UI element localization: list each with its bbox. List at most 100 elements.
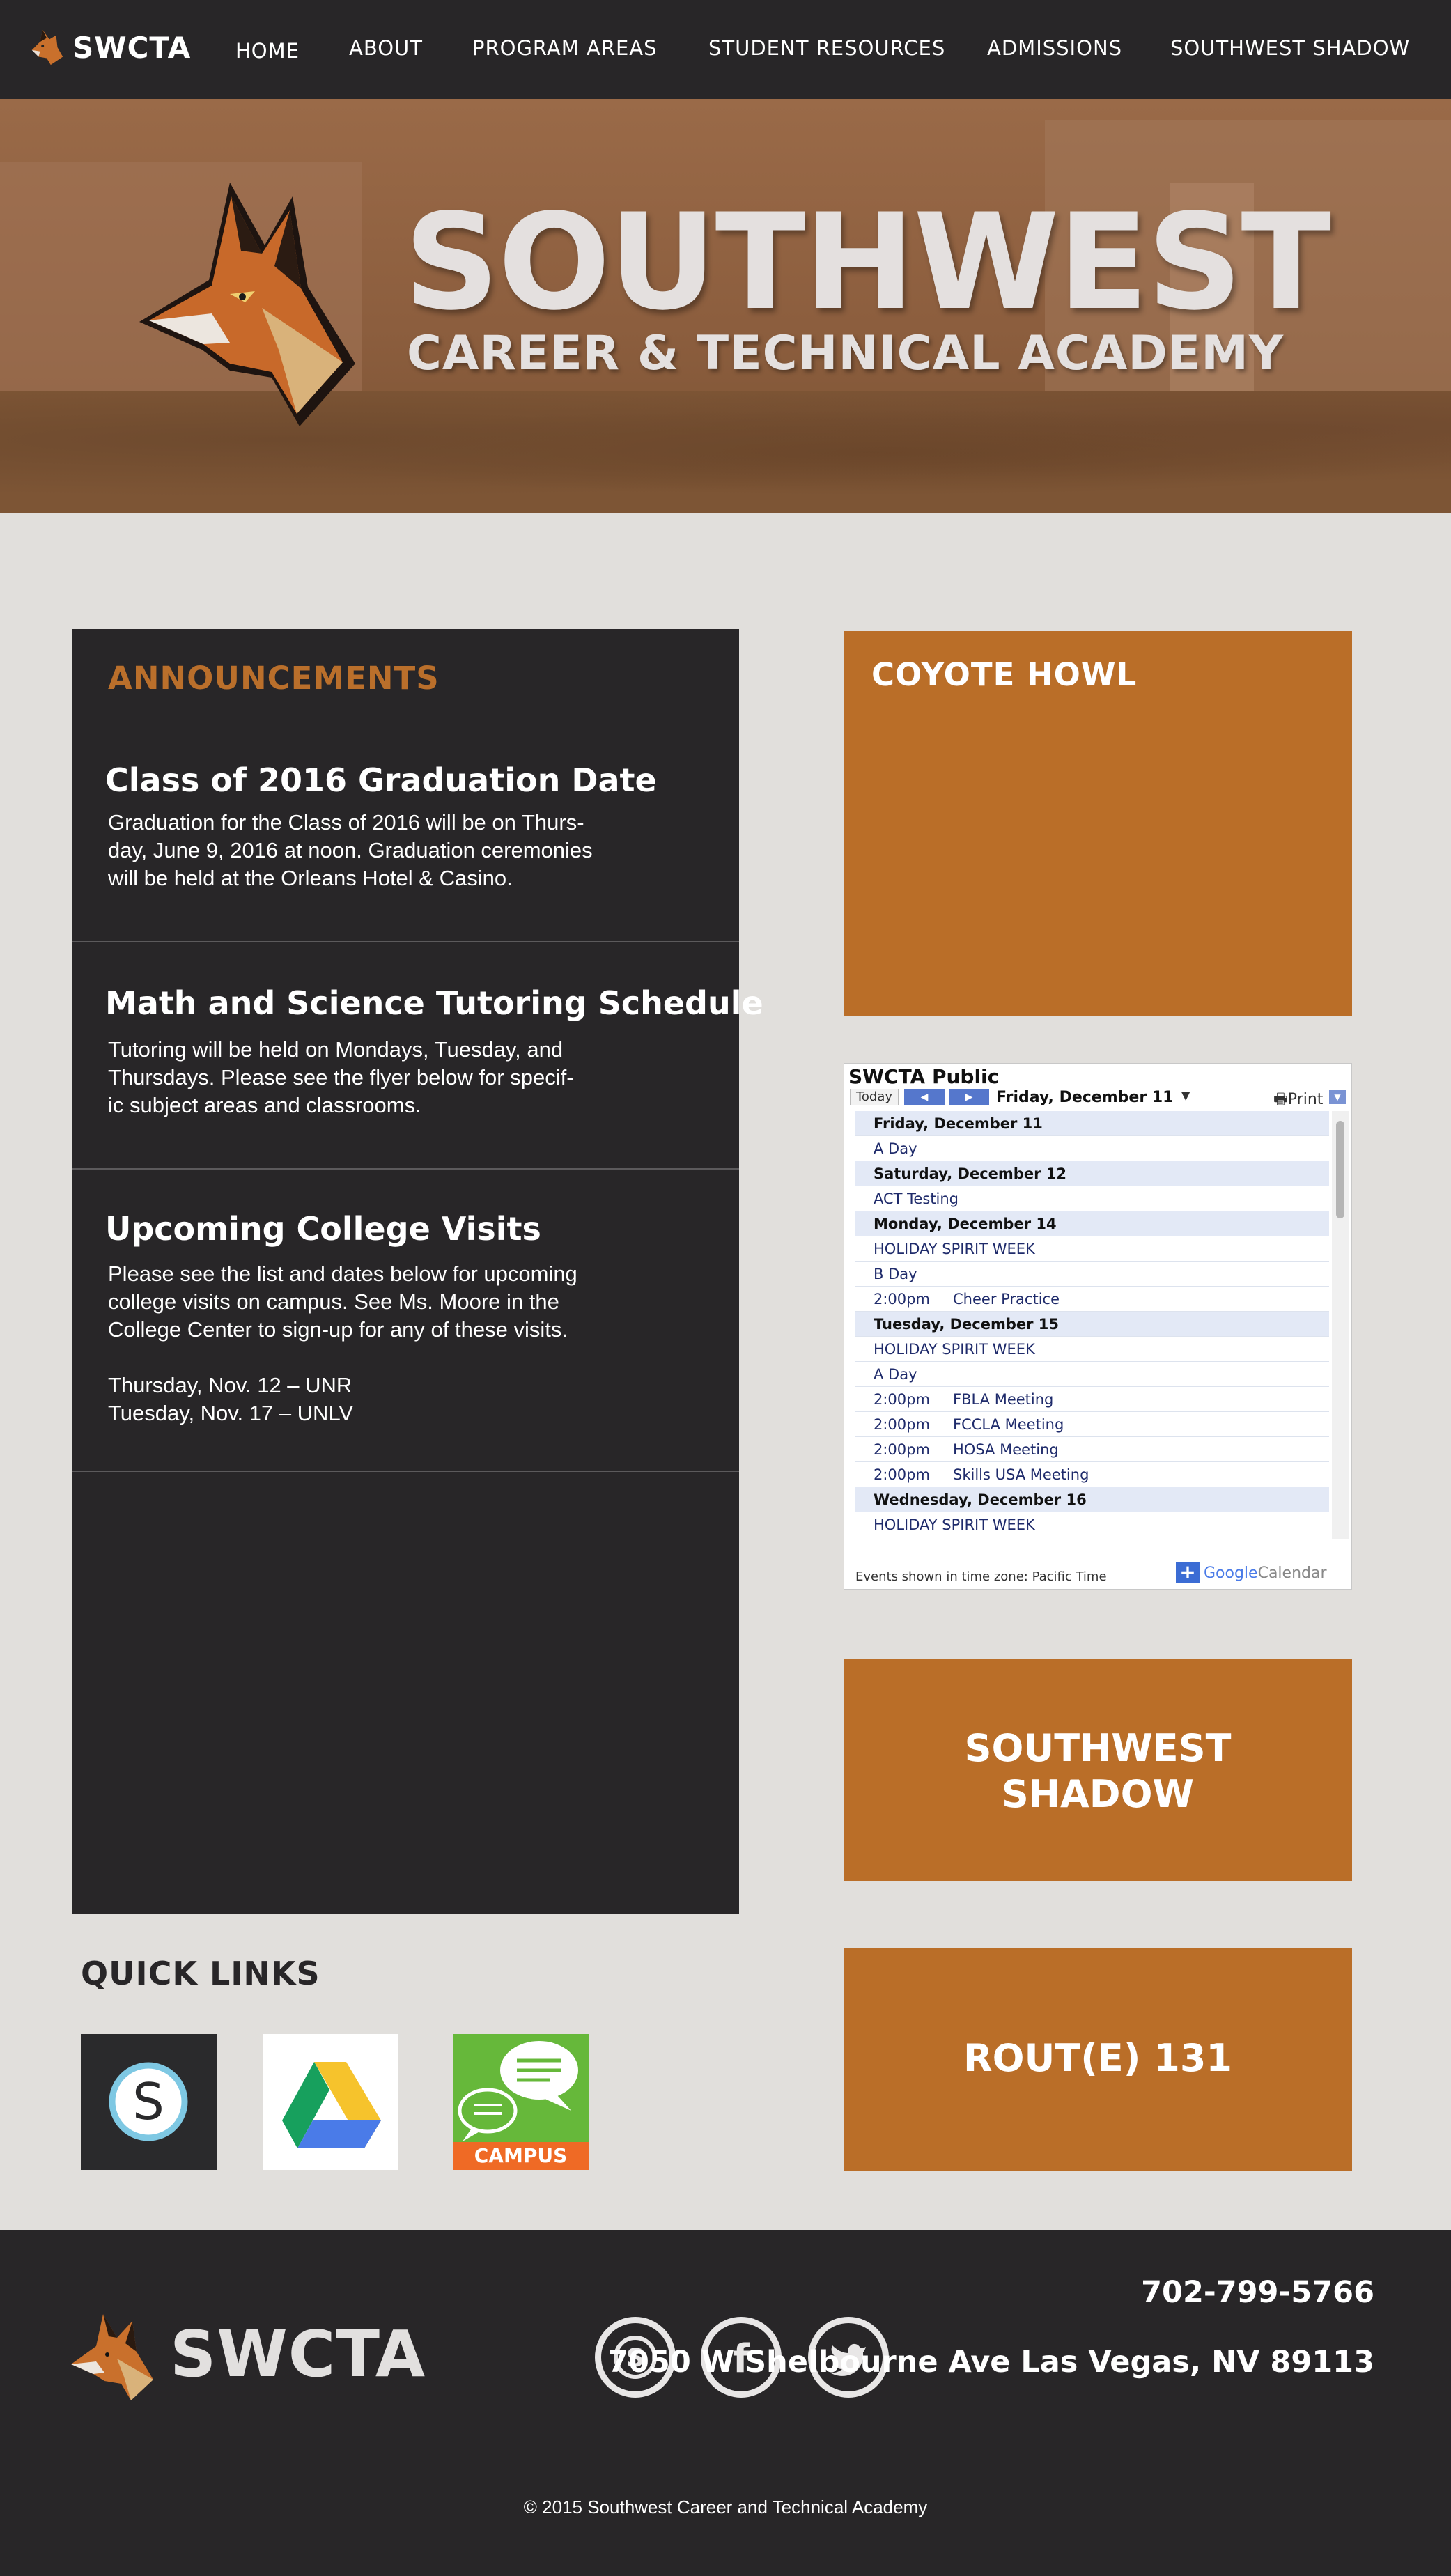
nav-southwest-shadow[interactable]: SOUTHWEST SHADOW xyxy=(1170,36,1410,60)
announcement-title: Upcoming College Visits xyxy=(105,1210,541,1248)
calendar-event-list[interactable]: Friday, December 11 A Day Saturday, Decemb… xyxy=(855,1111,1329,1539)
calendar-event[interactable]: A Day xyxy=(855,1136,1329,1161)
calendar-event-time: 2:00pm xyxy=(874,1391,930,1408)
fox-mascot-icon xyxy=(139,183,355,426)
calendar-event[interactable]: 2:00pm HOSA Meeting xyxy=(855,1437,1329,1462)
calendar-title: SWCTA Public xyxy=(848,1065,1000,1088)
calendar-day-header: Tuesday, December 15 xyxy=(855,1312,1329,1337)
calendar-event-label: ACT Testing xyxy=(874,1190,959,1207)
nav-brand: SWCTA xyxy=(72,30,192,65)
calendar-event-label: Skills USA Meeting xyxy=(953,1466,1089,1483)
route-131-label: ROUT(E) 131 xyxy=(963,2036,1232,2080)
footer: SWCTA S f 702-799-5766 7050 W Shelbourne… xyxy=(0,2230,1451,2576)
calendar-event[interactable]: 2:00pm FCCLA Meeting xyxy=(855,1412,1329,1437)
top-nav: SWCTA HOME ABOUT PROGRAM AREAS STUDENT R… xyxy=(0,0,1451,99)
announcement-body: Tutoring will be held on Mondays, Tuesda… xyxy=(108,1037,574,1117)
nav-about[interactable]: ABOUT xyxy=(349,36,423,60)
calendar-today-button[interactable]: Today xyxy=(850,1089,899,1105)
coyote-howl-tile[interactable]: COYOTE HOWL xyxy=(844,631,1352,1016)
google-drive-link[interactable] xyxy=(263,2034,398,2170)
calendar-event-label: FBLA Meeting xyxy=(953,1391,1054,1408)
calendar-event[interactable]: ACT Testing xyxy=(855,1186,1329,1211)
announcement-title: Class of 2016 Graduation Date xyxy=(105,761,657,799)
calendar-day-label: Friday, December 11 xyxy=(874,1115,1043,1132)
calendar-event[interactable]: A Day xyxy=(855,1362,1329,1387)
google-drive-icon xyxy=(282,2062,381,2148)
calendar-event[interactable]: HOLIDAY SPIRIT WEEK xyxy=(855,1337,1329,1362)
nav-program-areas[interactable]: PROGRAM AREAS xyxy=(472,36,658,60)
calendar-event-time: 2:00pm xyxy=(874,1416,930,1433)
calendar-print-button[interactable]: 🖶Print xyxy=(1273,1087,1323,1114)
announcement-item[interactable]: Class of 2016 Graduation Date Graduation… xyxy=(72,629,739,942)
calendar-event-label: A Day xyxy=(874,1140,917,1157)
calendar-scroll-thumb[interactable] xyxy=(1336,1121,1344,1218)
calendar-event[interactable]: B Day xyxy=(855,1262,1329,1287)
calendar-prev-icon[interactable]: ◀ xyxy=(904,1089,945,1105)
calendar-day-header: Friday, December 11 xyxy=(855,1111,1329,1136)
southwest-shadow-label: SOUTHWEST SHADOW xyxy=(964,1726,1232,1816)
calendar-date-dropdown-icon[interactable]: ▼ xyxy=(1181,1089,1190,1102)
calendar-print-label: Print xyxy=(1287,1091,1324,1108)
announcement-item[interactable]: Math and Science Tutoring Schedule Tutor… xyxy=(72,942,763,1170)
schoology-letter: S xyxy=(132,2072,164,2131)
campus-messenger-link[interactable]: CAMPUS xyxy=(453,2034,589,2170)
schoology-icon: S xyxy=(109,2062,188,2141)
calendar-event-label: Cheer Practice xyxy=(953,1291,1060,1308)
announcement-item[interactable]: Upcoming College Visits Please see the l… xyxy=(72,1170,739,1472)
footer-phone[interactable]: 702-799-5766 xyxy=(1141,2275,1374,2310)
route-131-tile[interactable]: ROUT(E) 131 xyxy=(844,1948,1352,2171)
footer-copyright: © 2015 Southwest Career and Technical Ac… xyxy=(523,2497,928,2517)
footer-brand: SWCTA xyxy=(170,2317,426,2391)
fox-logo-icon xyxy=(71,2314,153,2400)
footer-address: 7050 W Shelbourne Ave Las Vegas, NV 8911… xyxy=(607,2345,1374,2380)
calendar-scrollbar[interactable] xyxy=(1332,1111,1349,1539)
calendar-event[interactable]: HOLIDAY SPIRIT WEEK xyxy=(855,1512,1329,1537)
calendar-current-date: Friday, December 11 xyxy=(996,1089,1174,1106)
calendar-event-label: A Day xyxy=(874,1366,917,1383)
calendar-day-header: Saturday, December 12 xyxy=(855,1161,1329,1186)
chat-bubbles-icon xyxy=(458,2041,578,2141)
coyote-howl-title: COYOTE HOWL xyxy=(871,656,1138,693)
calendar-timezone-note: Events shown in time zone: Pacific Time xyxy=(855,1569,1107,1584)
nav-student-resources[interactable]: STUDENT RESOURCES xyxy=(708,36,945,60)
calendar-day-header: Monday, December 14 xyxy=(855,1211,1329,1236)
calendar-menu-dropdown-icon[interactable]: ▼ xyxy=(1329,1090,1346,1104)
calendar-day-header: Wednesday, December 16 xyxy=(855,1487,1329,1512)
quick-links-title: QUICK LINKS xyxy=(81,1955,320,1992)
announcements-panel: ANNOUNCEMENTS Class of 2016 Graduation D… xyxy=(72,629,763,1914)
announcement-body: Graduation for the Class of 2016 will be… xyxy=(108,810,593,890)
calendar-day-label: Saturday, December 12 xyxy=(874,1165,1066,1182)
calendar-toolbar: Today ◀ ▶ Friday, December 11 ▼ 🖶Print ▼ xyxy=(844,1086,1351,1108)
calendar-event[interactable]: 2:00pm Skills USA Meeting xyxy=(855,1462,1329,1487)
calendar-event-label: HOLIDAY SPIRIT WEEK xyxy=(874,1241,1035,1257)
calendar-event-label: HOSA Meeting xyxy=(953,1441,1059,1458)
calendar-event[interactable]: B Day xyxy=(855,1537,1329,1539)
add-calendar-icon[interactable]: + xyxy=(1176,1562,1200,1583)
calendar-widget: SWCTA Public Today ◀ ▶ Friday, December … xyxy=(844,1063,1352,1590)
nav-logo[interactable]: SWCTA xyxy=(26,26,191,68)
hero-banner: SOUTHWEST CAREER & TECHNICAL ACADEMY xyxy=(0,99,1451,513)
nav-admissions[interactable]: ADMISSIONS xyxy=(987,36,1122,60)
calendar-event[interactable]: 2:00pm Cheer Practice xyxy=(855,1287,1329,1312)
google-calendar-link[interactable]: + Google Calendar xyxy=(1176,1562,1327,1583)
calendar-event-time: 2:00pm xyxy=(874,1466,930,1483)
calendar-event-label: HOLIDAY SPIRIT WEEK xyxy=(874,1516,1035,1533)
calendar-wordmark: Calendar xyxy=(1257,1564,1327,1582)
calendar-event[interactable]: HOLIDAY SPIRIT WEEK xyxy=(855,1236,1329,1262)
schoology-link[interactable]: S xyxy=(81,2034,217,2170)
calendar-event-time: 2:00pm xyxy=(874,1291,930,1308)
google-wordmark: Google xyxy=(1204,1564,1258,1582)
calendar-next-icon[interactable]: ▶ xyxy=(949,1089,989,1105)
hero-title: SOUTHWEST xyxy=(404,185,1331,339)
calendar-event[interactable]: 2:00pm FBLA Meeting xyxy=(855,1387,1329,1412)
calendar-day-label: Tuesday, December 15 xyxy=(874,1316,1060,1333)
nav-home[interactable]: HOME xyxy=(235,39,300,63)
fox-logo-icon xyxy=(31,29,63,65)
calendar-day-label: Wednesday, December 16 xyxy=(874,1491,1087,1508)
calendar-day-label: Monday, December 14 xyxy=(874,1216,1057,1232)
calendar-event-label: B Day xyxy=(874,1266,917,1282)
southwest-shadow-tile[interactable]: SOUTHWEST SHADOW xyxy=(844,1659,1352,1881)
campus-label: CAMPUS xyxy=(453,2142,589,2170)
announcement-body: Please see the list and dates below for … xyxy=(108,1262,577,1425)
hero-subtitle: CAREER & TECHNICAL ACADEMY xyxy=(407,326,1285,381)
